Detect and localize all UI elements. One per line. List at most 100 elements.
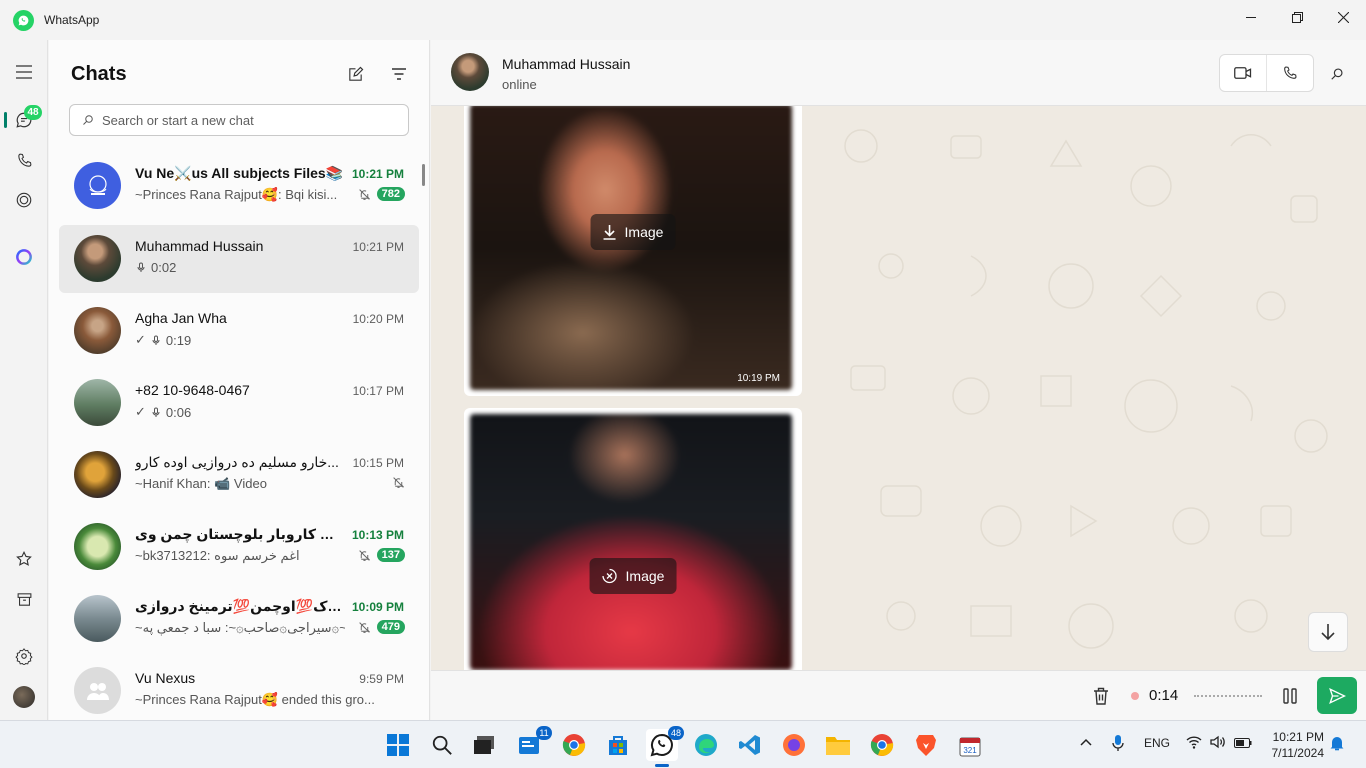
cancel-download-button[interactable]: Image [589, 558, 677, 594]
chat-preview: ~سیراجی۞صاحب۞~: سبا د جمعې په۞~... [135, 620, 345, 635]
voice-call-button[interactable] [1267, 55, 1313, 91]
search-icon [432, 735, 452, 755]
chat-item-muhammad-hussain[interactable]: Muhammad Hussain 10:21 PM 0:02 [59, 225, 419, 293]
scroll-to-bottom-button[interactable] [1308, 612, 1348, 652]
chat-item-vu-nexus[interactable]: Vu Nexus 9:59 PM ~Princes Rana Rajput🥰 e… [59, 657, 419, 720]
mic-icon [152, 407, 160, 417]
unread-badge: 782 [376, 187, 405, 201]
contact-status: online [502, 77, 537, 92]
brave-button[interactable] [910, 729, 942, 761]
file-explorer-button[interactable] [822, 729, 854, 761]
active-indicator [4, 112, 7, 128]
video-call-button[interactable] [1220, 55, 1267, 91]
input-language[interactable]: ENG [1144, 736, 1170, 750]
calls-icon[interactable] [12, 148, 36, 172]
send-icon [1329, 687, 1346, 704]
firefox-button[interactable] [778, 729, 810, 761]
contact-avatar[interactable] [451, 53, 489, 91]
blurred-image-preview[interactable] [470, 414, 792, 670]
image-message[interactable]: Image [464, 408, 802, 670]
status-icon[interactable] [12, 188, 36, 212]
whatsapp-taskbar-button[interactable]: 48 [646, 726, 684, 761]
chat-meta [392, 476, 405, 489]
starred-icon[interactable] [12, 547, 36, 571]
search-input[interactable] [102, 112, 392, 128]
messages-area[interactable]: Image 10:19 PM Image [431, 106, 1366, 670]
chat-time: 10:17 PM [352, 384, 404, 398]
chat-preview: ~bk3713212: اغم خرسم سوه [135, 548, 300, 563]
chat-time: 10:21 PM [352, 240, 404, 254]
new-chat-icon[interactable] [344, 63, 366, 85]
chat-item-vu-nexus-files[interactable]: Vu Ne⚔️us All subjects Files📚 10:21 PM ~… [59, 152, 419, 220]
edge-icon [695, 734, 717, 756]
chat-name: +82 10-9648-0467 [135, 382, 250, 398]
delete-recording-button[interactable] [1091, 686, 1111, 706]
settings-icon[interactable] [12, 644, 36, 668]
pause-recording-button[interactable] [1281, 686, 1299, 706]
chat-item-agha-jan-wha[interactable]: Agha Jan Wha 10:20 PM ✓ 0:19 [59, 297, 419, 365]
edge-button[interactable] [690, 729, 722, 761]
chat-time: 9:59 PM [359, 672, 404, 686]
message-time: 10:19 PM [737, 373, 780, 384]
chat-item-group-1[interactable]: خارو مسلیم ده دروازیی اوده کارو... 10:15… [59, 441, 419, 509]
chrome-button[interactable] [866, 729, 898, 761]
volume-icon[interactable] [1210, 735, 1226, 752]
chat-item-phone-contact[interactable]: +82 10-9648-0467 10:17 PM ✓ 0:06 [59, 369, 419, 437]
start-button[interactable] [382, 729, 414, 761]
sent-tick-icon: ✓ [135, 404, 146, 419]
system-clock[interactable]: 10:21 PM 7/11/2024 [1262, 729, 1325, 761]
group-avatar [74, 595, 121, 642]
chat-preview: ~Hanif Khan: 📹 Video [135, 476, 267, 491]
vscode-icon [739, 735, 760, 755]
archive-icon[interactable] [12, 587, 36, 611]
chat-time: 10:21 PM [351, 167, 404, 181]
default-group-avatar [74, 667, 121, 714]
minimize-button[interactable] [1228, 0, 1274, 34]
wifi-icon[interactable] [1186, 735, 1202, 752]
chat-meta: 137 [358, 548, 405, 562]
chat-time: 10:09 PM [351, 600, 404, 614]
contact-avatar [74, 379, 121, 426]
meta-ai-icon[interactable] [12, 245, 36, 269]
title-bar: WhatsApp [0, 0, 1366, 40]
contact-name[interactable]: Muhammad Hussain [502, 56, 630, 72]
menu-icon[interactable] [12, 60, 36, 84]
image-message[interactable]: Image 10:19 PM [464, 106, 802, 396]
clock-time: 10:21 PM [1272, 730, 1324, 744]
chrome-profile-button[interactable] [558, 729, 590, 761]
mic-icon [152, 335, 160, 345]
chat-time: 10:20 PM [352, 312, 404, 326]
search-box[interactable] [69, 104, 409, 136]
chat-meta: 782 [358, 187, 405, 201]
recording-waveform [1194, 695, 1262, 697]
chat-list-scrollbar[interactable] [422, 164, 425, 186]
navigation-rail: 48 [0, 40, 48, 720]
battery-icon[interactable] [1234, 737, 1252, 751]
widgets-button[interactable]: 11 [514, 726, 552, 761]
chat-item-group-3[interactable]: دبولدک💯اوچمن💯ترمینخ دروازی... 10:09 PM ~… [59, 585, 419, 653]
show-hidden-icons-button[interactable] [1080, 736, 1092, 750]
chat-name: Vu Nexus [135, 670, 196, 686]
microphone-tray-button[interactable] [1112, 734, 1124, 755]
notification-bell-icon[interactable] [1330, 735, 1344, 754]
vscode-button[interactable] [734, 729, 766, 761]
profile-avatar[interactable] [13, 686, 35, 708]
calendar-app-button[interactable]: 321 [954, 729, 986, 761]
microsoft-store-button[interactable] [602, 729, 634, 761]
close-button[interactable] [1320, 0, 1366, 34]
conversation-header[interactable]: Muhammad Hussain online [431, 40, 1366, 106]
restore-button[interactable] [1274, 0, 1320, 34]
active-app-indicator [655, 764, 669, 767]
chat-item-group-2[interactable]: عمومی کاروبار بلوچستان چمن وی... 10:13 P… [59, 513, 419, 581]
chat-name: Vu Ne⚔️us All subjects Files📚 [135, 165, 344, 181]
send-voice-button[interactable] [1317, 677, 1357, 714]
app-title: WhatsApp [44, 13, 100, 27]
filter-icon[interactable] [388, 63, 410, 85]
download-image-button[interactable]: Image [590, 214, 676, 250]
taskbar-search-button[interactable] [426, 729, 458, 761]
unread-badge: 479 [376, 620, 405, 634]
group-avatar [74, 162, 121, 209]
search-messages-icon[interactable] [1327, 64, 1347, 84]
task-view-button[interactable] [468, 729, 500, 761]
muted-icon [358, 188, 370, 200]
